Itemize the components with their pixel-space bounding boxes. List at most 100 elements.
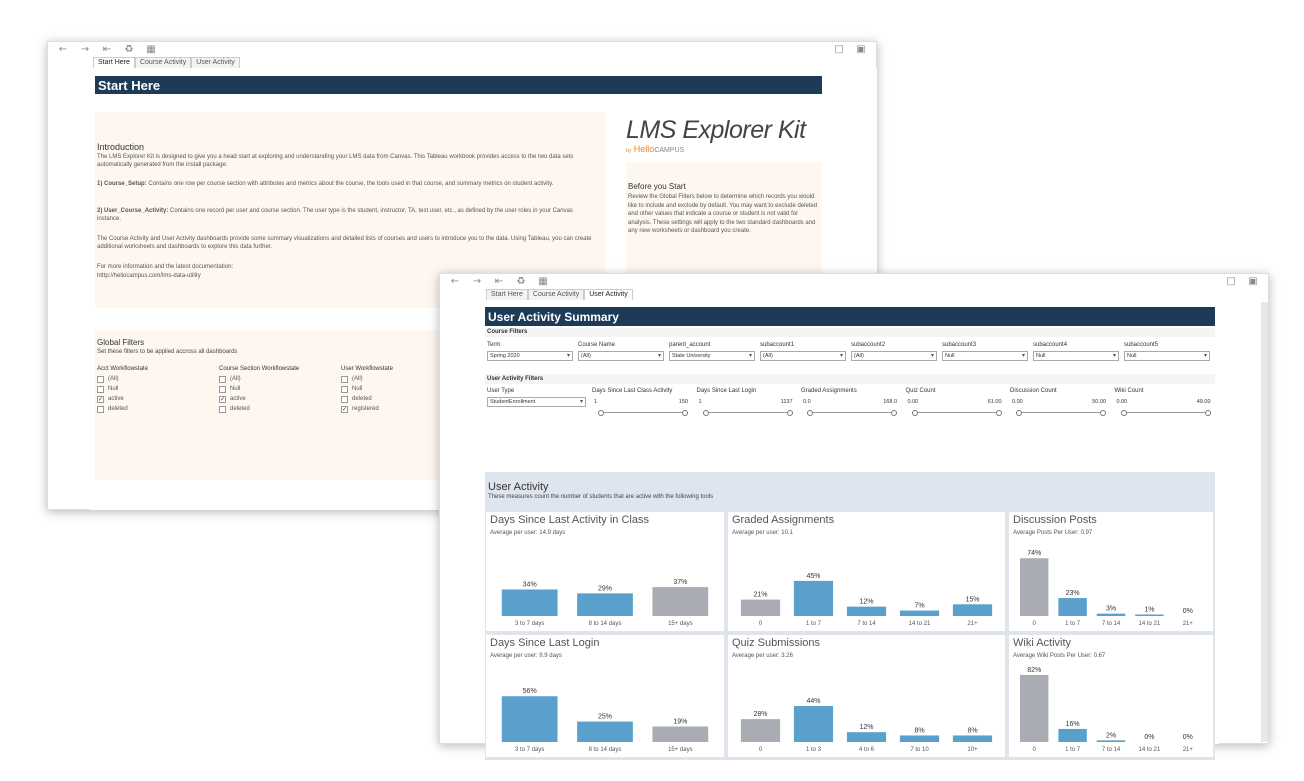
- checkbox[interactable]: [341, 375, 348, 383]
- slider-min-handle[interactable]: [702, 410, 709, 416]
- chart-bar[interactable]: [952, 735, 993, 742]
- chart-bar[interactable]: [1096, 613, 1126, 616]
- filter-title: User Workflowstate: [341, 366, 393, 372]
- chart-bar[interactable]: [577, 721, 633, 742]
- slider-max-handle[interactable]: [1100, 410, 1106, 416]
- checkbox[interactable]: [219, 405, 226, 413]
- undo-icon[interactable]: ←: [52, 42, 74, 56]
- chart-bar[interactable]: [952, 604, 993, 616]
- slider-max-handle[interactable]: [891, 410, 897, 416]
- checkbox-checked[interactable]: ✓: [341, 405, 348, 413]
- course-filter-dropdown[interactable]: Null: [1033, 351, 1119, 361]
- range-slider[interactable]: [598, 410, 688, 416]
- filter-option[interactable]: ✓ active: [219, 394, 299, 404]
- tab-start-here[interactable]: Start Here: [93, 57, 135, 68]
- chart-bar[interactable]: [1019, 558, 1049, 616]
- chart-bar[interactable]: [1058, 728, 1087, 742]
- tab-start-here[interactable]: Start Here: [486, 289, 528, 300]
- chart-bar[interactable]: [740, 719, 781, 742]
- redo-icon[interactable]: →: [466, 274, 488, 288]
- checkbox[interactable]: [97, 405, 104, 413]
- refresh-icon[interactable]: ♻: [510, 274, 532, 288]
- slider-min-handle[interactable]: [1016, 410, 1022, 416]
- data-label: 25%: [598, 714, 612, 721]
- filter-option[interactable]: Null: [219, 384, 299, 394]
- range-slider[interactable]: [1120, 410, 1211, 416]
- chart-bar[interactable]: [501, 696, 558, 742]
- pause-icon[interactable]: ▦: [532, 274, 554, 288]
- chart-bar[interactable]: [793, 706, 834, 742]
- filter-option[interactable]: deleted: [341, 394, 393, 404]
- tab-user-activity[interactable]: User Activity: [191, 57, 240, 68]
- chart-bar[interactable]: [1096, 740, 1126, 742]
- pause-icon[interactable]: ▦: [140, 42, 162, 56]
- tab-course-activity[interactable]: Course Activity: [527, 289, 585, 300]
- slider-min-handle[interactable]: [598, 410, 604, 416]
- chart-bar[interactable]: [740, 599, 781, 616]
- checkbox[interactable]: [219, 375, 226, 383]
- tab-user-activity[interactable]: User Activity: [584, 289, 633, 300]
- fullscreen-icon[interactable]: ▣: [1242, 274, 1264, 288]
- chart-bar[interactable]: [846, 606, 887, 616]
- chart-bar[interactable]: [846, 732, 887, 742]
- redo-icon[interactable]: →: [74, 42, 96, 56]
- filter-option[interactable]: deleted: [219, 404, 299, 414]
- chart-bar[interactable]: [1058, 598, 1087, 616]
- filter-option[interactable]: Null: [97, 384, 148, 394]
- tab-course-activity[interactable]: Course Activity: [134, 57, 192, 68]
- chart-bar[interactable]: [793, 580, 834, 616]
- range-slider[interactable]: [702, 410, 793, 416]
- course-filter-dropdown[interactable]: (All): [851, 351, 937, 361]
- refresh-icon[interactable]: ♻: [118, 42, 140, 56]
- course-filter-dropdown[interactable]: (All): [578, 351, 664, 361]
- comment-icon[interactable]: □: [828, 42, 850, 56]
- range-slider[interactable]: [807, 410, 897, 416]
- filter-option[interactable]: ✓ registered: [341, 404, 393, 414]
- slider-min-handle[interactable]: [911, 410, 918, 416]
- filter-option[interactable]: (All): [341, 374, 393, 384]
- slider-max-handle[interactable]: [682, 410, 688, 416]
- fullscreen-icon[interactable]: ▣: [850, 42, 872, 56]
- user-type-dropdown[interactable]: StudentEnrollment: [487, 397, 586, 407]
- chart-bar[interactable]: [1135, 614, 1164, 617]
- slider-max-handle[interactable]: [786, 410, 793, 416]
- data-label: 16%: [1066, 721, 1080, 728]
- course-filter-dropdown[interactable]: Spring 2020: [487, 351, 573, 361]
- checkbox[interactable]: [97, 385, 104, 393]
- bar-chart: 28% 0 44% 1 to 3 12% 4 to 6 8% 7 to 10 8% 10+: [740, 698, 993, 753]
- course-filter-dropdown[interactable]: State University: [669, 351, 755, 361]
- course-filter-dropdown[interactable]: (All): [760, 351, 846, 361]
- checkbox[interactable]: [97, 375, 104, 383]
- range-slider[interactable]: [911, 410, 1002, 416]
- filter-option[interactable]: (All): [97, 374, 148, 384]
- course-filter-dropdown[interactable]: Null: [1124, 351, 1210, 361]
- checkbox[interactable]: [341, 385, 348, 393]
- filter-option[interactable]: Null: [341, 384, 393, 394]
- chart-bar[interactable]: [501, 589, 558, 616]
- slider-max-handle[interactable]: [1204, 410, 1211, 416]
- checkbox-checked[interactable]: ✓: [97, 395, 104, 403]
- filter-option[interactable]: deleted: [97, 404, 148, 414]
- checkbox-checked[interactable]: ✓: [219, 395, 226, 403]
- range-slider[interactable]: [1016, 410, 1106, 416]
- chart-bar[interactable]: [1019, 675, 1049, 742]
- filter-option[interactable]: ✓ active: [97, 394, 148, 404]
- slider-max-handle[interactable]: [995, 410, 1002, 416]
- chart-bar[interactable]: [899, 610, 940, 616]
- slider-min-handle[interactable]: [1120, 410, 1127, 416]
- slider-min-handle[interactable]: [807, 410, 813, 416]
- vertical-scrollbar[interactable]: [1261, 302, 1268, 742]
- filter-option[interactable]: (All): [219, 374, 299, 384]
- chart-bar[interactable]: [577, 593, 633, 616]
- checkbox[interactable]: [341, 395, 348, 403]
- revert-icon[interactable]: ⇤: [488, 274, 510, 288]
- revert-icon[interactable]: ⇤: [96, 42, 118, 56]
- course-filter-dropdown[interactable]: Null: [942, 351, 1028, 361]
- comment-icon[interactable]: □: [1220, 274, 1242, 288]
- category-label: 3 to 7 days: [515, 621, 544, 627]
- undo-icon[interactable]: ←: [444, 274, 466, 288]
- checkbox[interactable]: [219, 385, 226, 393]
- chart-bar[interactable]: [899, 735, 940, 742]
- chart-bar[interactable]: [652, 726, 709, 742]
- chart-bar[interactable]: [652, 587, 709, 616]
